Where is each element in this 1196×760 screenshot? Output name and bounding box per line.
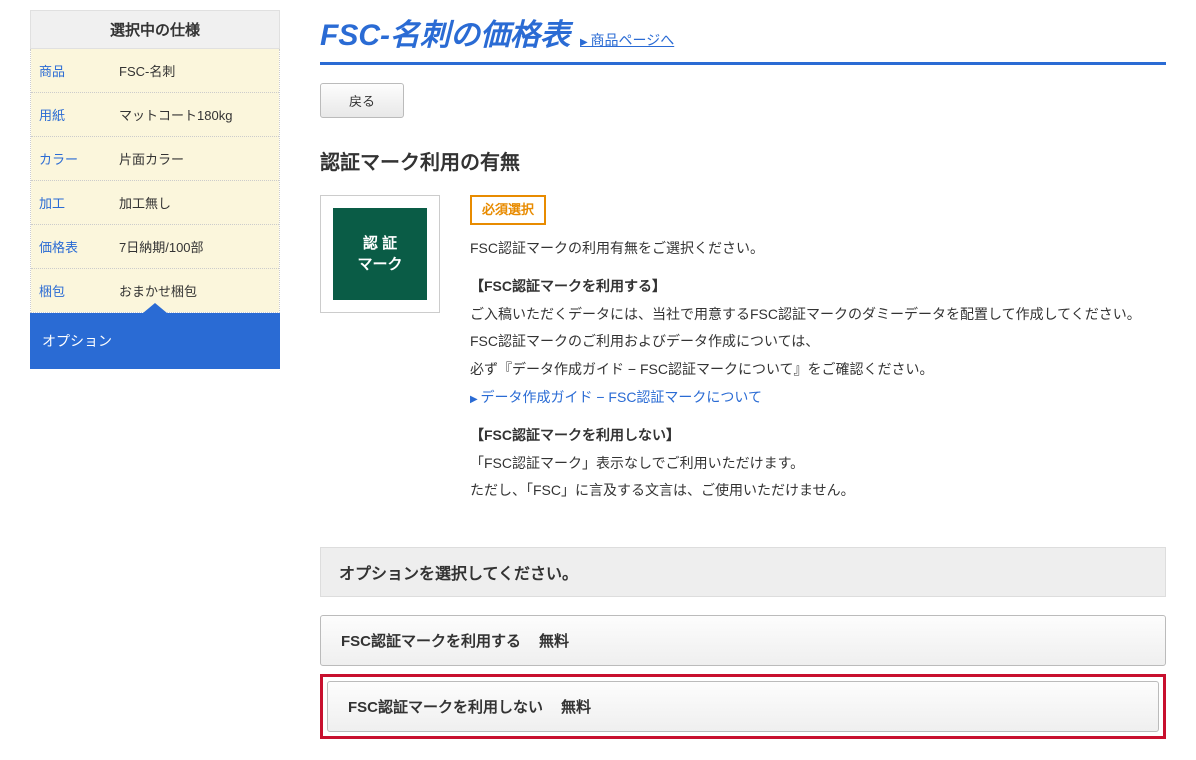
option-use-mark[interactable]: FSC認証マークを利用する 無料 — [320, 615, 1166, 666]
spec-row-paper[interactable]: 用紙 マットコート180kg — [31, 93, 279, 137]
spec-value: FSC-名刺 — [111, 49, 279, 92]
spec-row-color[interactable]: カラー 片面カラー — [31, 137, 279, 181]
spec-label: 価格表 — [31, 225, 111, 268]
spec-value: 7日納期/100部 — [111, 225, 279, 268]
spec-row-product[interactable]: 商品 FSC-名刺 — [31, 49, 279, 93]
spec-label: 商品 — [31, 49, 111, 92]
use-body-3: 必ず『データ作成ガイド − FSC認証マークについて』をご確認ください。 — [470, 358, 1166, 382]
nouse-title: 【FSC認証マークを利用しない】 — [470, 427, 680, 443]
product-page-link[interactable]: 商品ページへ — [580, 30, 674, 50]
spec-row-price[interactable]: 価格表 7日納期/100部 — [31, 225, 279, 269]
option-no-mark[interactable]: FSC認証マークを利用しない 無料 — [327, 681, 1159, 732]
nouse-body-2: ただし、「FSC」に言及する文言は、ご使用いただけません。 — [470, 479, 1166, 503]
mark-thumbnail: 認 証 マーク — [320, 195, 440, 313]
required-badge: 必須選択 — [470, 195, 546, 225]
spec-label: 加工 — [31, 181, 111, 224]
spec-row-processing[interactable]: 加工 加工無し — [31, 181, 279, 225]
use-body-2: FSC認証マークのご利用およびデータ作成については、 — [470, 330, 1166, 354]
spec-label: 用紙 — [31, 93, 111, 136]
option-label: FSC認証マークを利用しない — [348, 696, 543, 717]
option-price: 無料 — [539, 630, 569, 651]
back-button[interactable]: 戻る — [320, 83, 404, 118]
thumb-text-2: マーク — [357, 256, 402, 273]
spec-value: おまかせ梱包 — [111, 269, 279, 312]
option-select-header: オプションを選択してください。 — [320, 547, 1166, 597]
nouse-body-1: 「FSC認証マーク」表示なしでご利用いただけます。 — [470, 452, 1166, 476]
page-title: FSC-名刺の価格表 — [320, 10, 570, 54]
sidebar: 選択中の仕様 商品 FSC-名刺 用紙 マットコート180kg カラー 片面カラ… — [30, 10, 280, 739]
main-content: FSC-名刺の価格表 商品ページへ 戻る 認証マーク利用の有無 認 証 マーク … — [320, 10, 1166, 739]
spec-value: マットコート180kg — [111, 93, 279, 136]
highlighted-option: FSC認証マークを利用しない 無料 — [320, 674, 1166, 739]
spec-label: 梱包 — [31, 269, 111, 312]
option-label: FSC認証マークを利用する — [341, 630, 521, 651]
mark-thumbnail-inner: 認 証 マーク — [333, 208, 427, 300]
spec-value: 片面カラー — [111, 137, 279, 180]
option-price: 無料 — [561, 696, 591, 717]
spec-table: 商品 FSC-名刺 用紙 マットコート180kg カラー 片面カラー 加工 加工… — [30, 49, 280, 313]
section-title: 認証マーク利用の有無 — [320, 146, 1166, 175]
spec-value: 加工無し — [111, 181, 279, 224]
spec-label: カラー — [31, 137, 111, 180]
use-body-1: ご入稿いただくデータには、当社で用意するFSC認証マークのダミーデータを配置して… — [470, 303, 1166, 327]
description: 必須選択 FSC認証マークの利用有無をご選択ください。 【FSC認証マークを利用… — [470, 195, 1166, 507]
use-title: 【FSC認証マークを利用する】 — [470, 278, 666, 294]
thumb-text-1: 認 証 — [363, 235, 397, 252]
desc-intro: FSC認証マークの利用有無をご選択ください。 — [470, 237, 1166, 261]
page-title-row: FSC-名刺の価格表 商品ページへ — [320, 10, 1166, 65]
data-guide-link[interactable]: データ作成ガイド − FSC認証マークについて — [470, 389, 762, 405]
sidebar-item-option[interactable]: オプション — [30, 313, 280, 369]
sidebar-header: 選択中の仕様 — [30, 10, 280, 49]
